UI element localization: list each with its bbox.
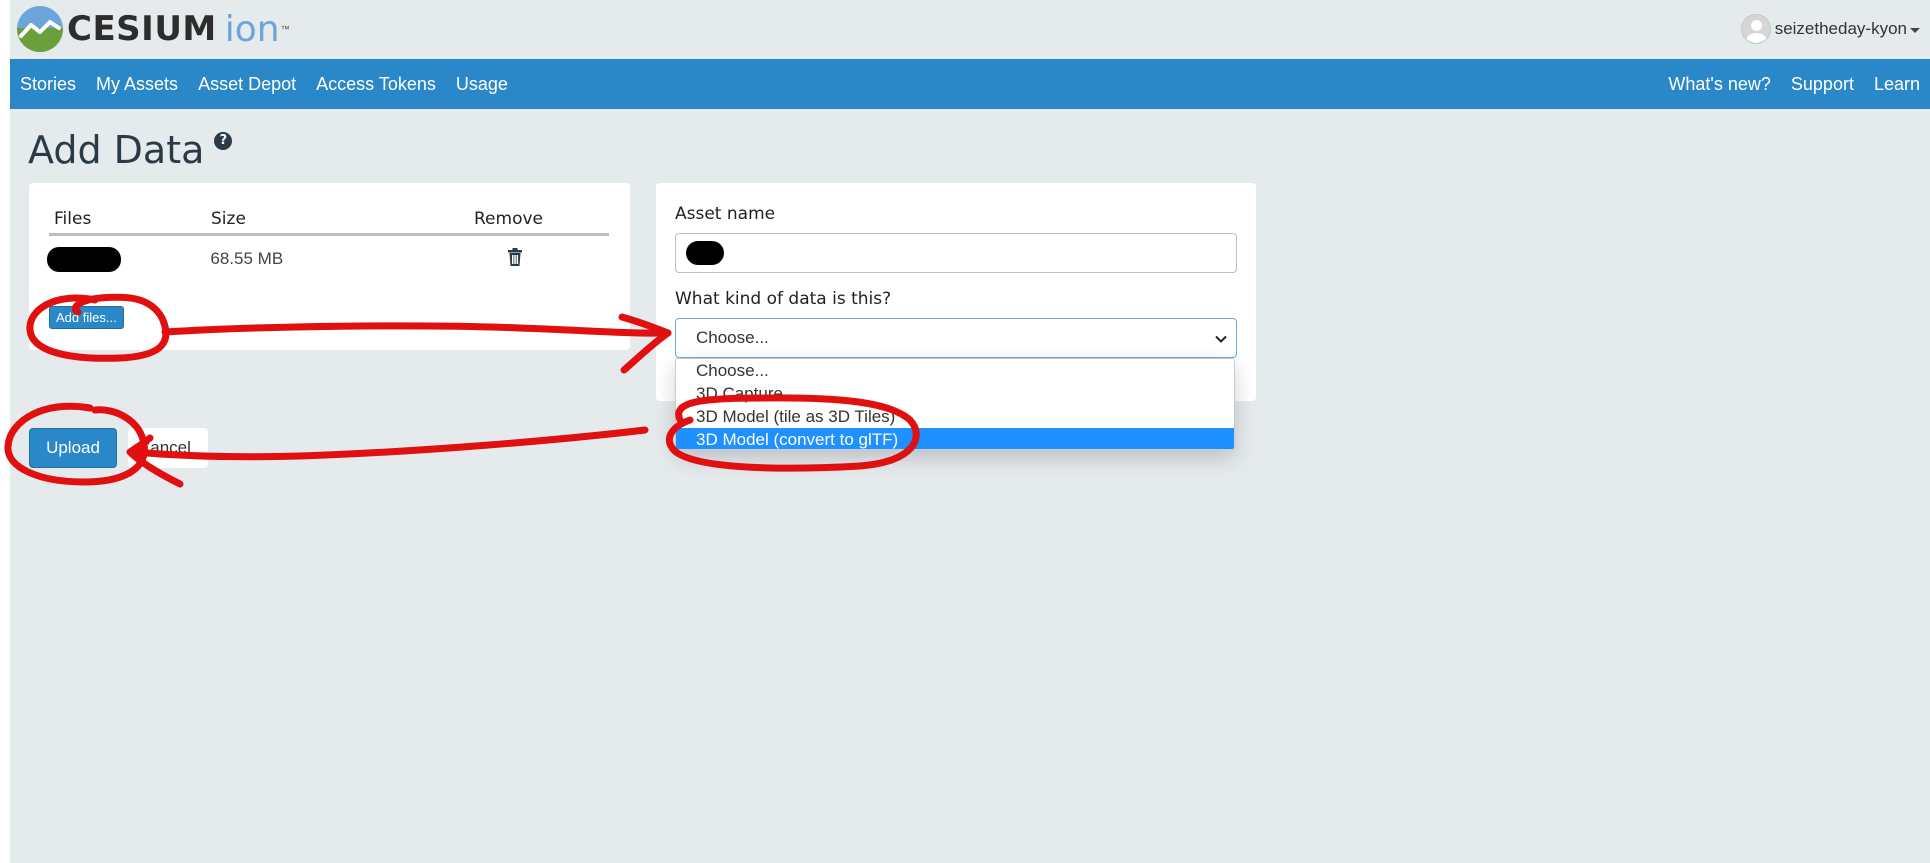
logo-mark-icon bbox=[17, 6, 63, 52]
question-circle-icon[interactable]: ? bbox=[214, 132, 233, 150]
logo-text: CESIUM bbox=[67, 9, 217, 49]
column-header-files: Files bbox=[54, 209, 92, 229]
trash-icon[interactable] bbox=[507, 247, 523, 266]
cesium-ion-logo[interactable]: CESIUM ion ™ bbox=[17, 5, 290, 53]
dropdown-option-3d-model-gltf[interactable]: 3D Model (convert to glTF) bbox=[676, 428, 1234, 449]
data-kind-dropdown: Choose... 3D Capture 3D Model (tile as 3… bbox=[675, 358, 1235, 450]
redacted-asset-name bbox=[686, 241, 724, 265]
logo-trademark: ™ bbox=[280, 24, 290, 34]
cancel-button[interactable]: Cancel bbox=[128, 428, 208, 468]
add-files-button[interactable]: Add files... bbox=[49, 306, 124, 329]
data-kind-select-value: Choose... bbox=[696, 328, 769, 347]
files-card: Files Size Remove 68.55 MB Add files... bbox=[29, 183, 630, 350]
nav-link-my-assets[interactable]: My Assets bbox=[86, 74, 188, 95]
page-title-text: Add Data bbox=[28, 128, 205, 172]
dropdown-option-choose[interactable]: Choose... bbox=[676, 359, 1234, 382]
caret-down-icon bbox=[1910, 28, 1920, 33]
user-avatar-icon bbox=[1740, 14, 1771, 44]
asset-name-label: Asset name bbox=[675, 204, 776, 224]
username: seizetheday-kyon bbox=[1774, 19, 1907, 38]
redacted-filename bbox=[47, 246, 121, 272]
dropdown-option-3d-capture[interactable]: 3D Capture bbox=[676, 382, 1234, 405]
nav-link-whats-new[interactable]: What's new? bbox=[1658, 74, 1780, 95]
table-row: 68.55 MB bbox=[47, 236, 609, 282]
upload-button[interactable]: Upload bbox=[29, 428, 117, 468]
data-kind-label: What kind of data is this? bbox=[675, 289, 892, 309]
files-table: Files Size Remove 68.55 MB bbox=[47, 209, 609, 282]
user-menu[interactable]: seizetheday-kyon bbox=[1740, 14, 1920, 44]
dropdown-option-3d-model-tiles[interactable]: 3D Model (tile as 3D Tiles) bbox=[676, 405, 1234, 428]
main-nav: Stories My Assets Asset Depot Access Tok… bbox=[10, 59, 1930, 109]
file-size: 68.55 MB bbox=[210, 249, 284, 268]
nav-link-usage[interactable]: Usage bbox=[446, 74, 518, 95]
nav-link-support[interactable]: Support bbox=[1781, 74, 1864, 95]
chevron-down-icon bbox=[1214, 331, 1228, 351]
nav-link-asset-depot[interactable]: Asset Depot bbox=[188, 74, 306, 95]
page-title: Add Data ? bbox=[28, 128, 233, 172]
column-header-remove: Remove bbox=[474, 209, 543, 229]
logo-ion-text: ion bbox=[224, 8, 280, 50]
column-header-size: Size bbox=[211, 209, 246, 229]
data-kind-select[interactable]: Choose... bbox=[675, 318, 1237, 358]
files-table-header: Files Size Remove bbox=[49, 209, 609, 236]
top-header: CESIUM ion ™ seizetheday-kyon bbox=[10, 0, 1930, 59]
asset-name-input[interactable] bbox=[675, 233, 1237, 273]
nav-link-stories[interactable]: Stories bbox=[10, 74, 86, 95]
nav-link-access-tokens[interactable]: Access Tokens bbox=[306, 74, 446, 95]
nav-link-learn[interactable]: Learn bbox=[1864, 74, 1930, 95]
